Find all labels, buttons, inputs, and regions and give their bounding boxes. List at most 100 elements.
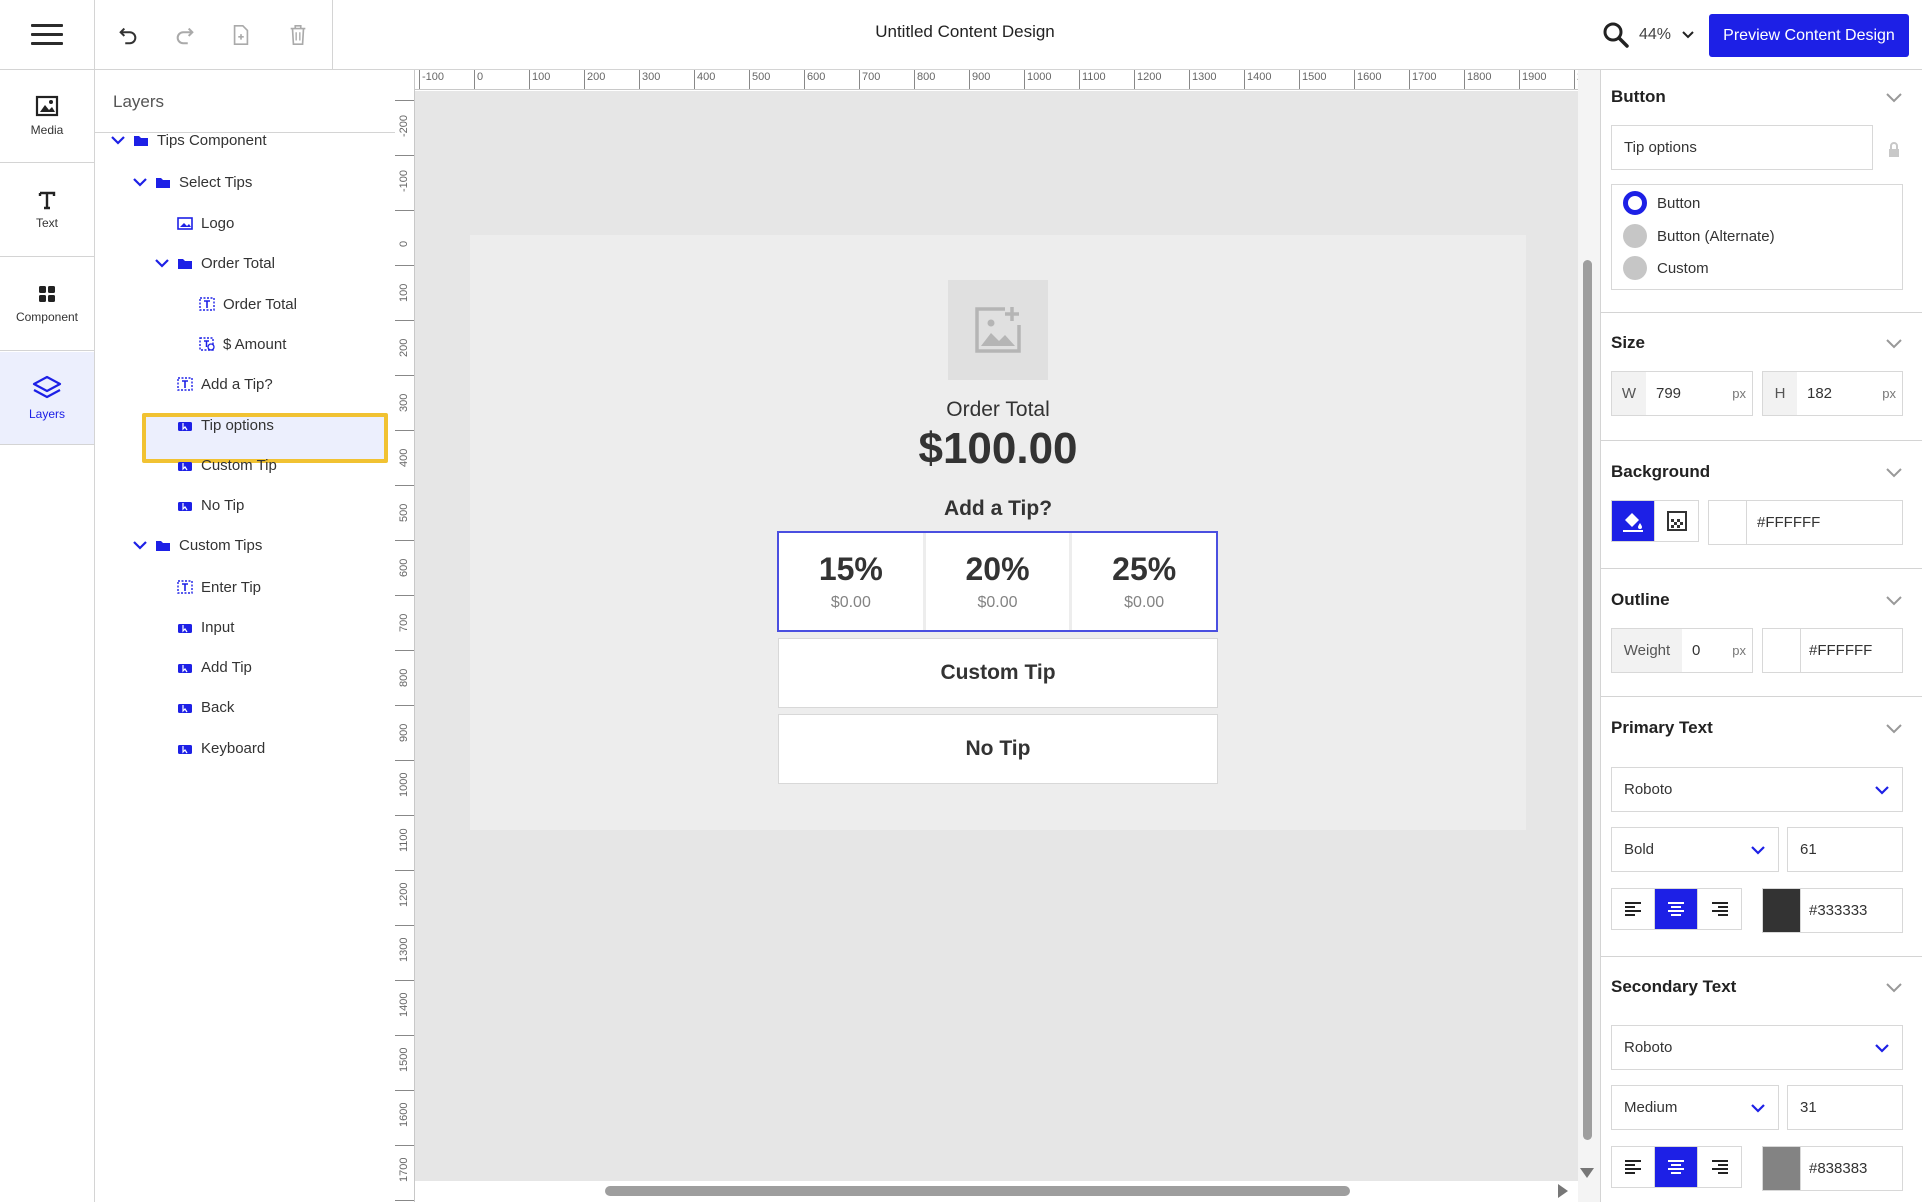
duplicate-button[interactable]	[226, 20, 256, 50]
style-option-custom[interactable]: Custom	[1623, 256, 1709, 280]
tip-option-20[interactable]: 20% $0.00	[925, 533, 1070, 630]
fill-type-toggle[interactable]	[1611, 500, 1699, 542]
radio-selected[interactable]	[1623, 191, 1647, 215]
tip-amount: $0.00	[1124, 594, 1165, 611]
ruler-tick-label: 400	[694, 70, 715, 89]
menu-button[interactable]	[0, 0, 95, 70]
preview-button[interactable]: Preview Content Design	[1709, 14, 1909, 57]
add-tip-heading[interactable]: Add a Tip?	[870, 497, 1126, 521]
layer-item[interactable]: Order Total	[199, 289, 297, 319]
align-center-button[interactable]	[1655, 1147, 1698, 1187]
document-title[interactable]: Untitled Content Design	[780, 22, 1150, 42]
radio[interactable]	[1623, 224, 1647, 248]
layer-item[interactable]: $ Amount	[199, 329, 286, 359]
unit-label: px	[1732, 386, 1746, 401]
layer-item[interactable]: Order Total	[155, 248, 275, 278]
transparency-button[interactable]	[1655, 501, 1698, 541]
layer-item[interactable]: Custom Tips	[133, 530, 262, 560]
height-value: 182	[1807, 385, 1833, 402]
align-center-button[interactable]	[1655, 889, 1698, 929]
vertical-scrollbar[interactable]	[1583, 260, 1592, 1140]
radio[interactable]	[1623, 256, 1647, 280]
height-input[interactable]: H 182 px	[1762, 371, 1903, 416]
chevron-down-icon[interactable]	[155, 256, 169, 270]
secondary-color-input[interactable]: #838383	[1762, 1146, 1903, 1191]
horizontal-scrollbar[interactable]	[605, 1186, 1350, 1196]
background-color-input[interactable]: #FFFFFF	[1708, 500, 1903, 545]
tip-option-15[interactable]: 15% $0.00	[779, 533, 923, 630]
layer-item[interactable]: Tips Component	[111, 125, 267, 155]
chevron-down-icon[interactable]	[1885, 723, 1903, 735]
layer-item[interactable]: Add Tip	[177, 652, 252, 682]
primary-align-toggle[interactable]	[1611, 888, 1742, 930]
secondary-weight-select[interactable]: Medium	[1611, 1085, 1779, 1130]
tip-options-group[interactable]: 15% $0.00 20% $0.00 25% $0.00	[777, 531, 1218, 632]
outline-color-input[interactable]: #FFFFFF	[1762, 628, 1903, 673]
no-tip-button[interactable]: No Tip	[778, 714, 1218, 784]
layer-item[interactable]: Tip options	[177, 410, 274, 440]
order-amount[interactable]: $100.00	[870, 424, 1126, 474]
logo-placeholder[interactable]	[948, 280, 1048, 380]
layer-item[interactable]: Keyboard	[177, 733, 265, 763]
rail-item-layers[interactable]: Layers	[0, 352, 94, 445]
outline-weight-input[interactable]: Weight 0 px	[1611, 628, 1753, 673]
secondary-font-select[interactable]: Roboto	[1611, 1025, 1903, 1070]
color-swatch[interactable]	[1763, 889, 1801, 932]
redo-button[interactable]	[170, 20, 200, 50]
align-left-button[interactable]	[1612, 889, 1655, 929]
chevron-down-icon[interactable]	[133, 175, 147, 189]
secondary-align-toggle[interactable]	[1611, 1146, 1742, 1188]
primary-color-input[interactable]: #333333	[1762, 888, 1903, 933]
chevron-down-icon[interactable]	[1885, 982, 1903, 994]
delete-button[interactable]	[283, 20, 313, 50]
chevron-down-icon[interactable]	[1885, 338, 1903, 350]
text-layer-icon	[177, 580, 193, 594]
button-layer-icon	[177, 458, 193, 472]
layer-item[interactable]: Add a Tip?	[177, 369, 273, 399]
chevron-down-icon[interactable]	[1885, 595, 1903, 607]
layer-name-input[interactable]: Tip options	[1611, 125, 1873, 170]
rail-item-component[interactable]: Component	[0, 258, 94, 351]
chevron-down-icon[interactable]	[1885, 92, 1903, 104]
layer-item[interactable]: No Tip	[177, 490, 244, 520]
layer-item[interactable]: Enter Tip	[177, 572, 261, 602]
style-option-button-alternate[interactable]: Button (Alternate)	[1623, 224, 1775, 248]
scroll-down-arrow-icon[interactable]	[1580, 1168, 1594, 1178]
toolbar-divider	[332, 0, 333, 70]
secondary-size-input[interactable]: 31	[1787, 1085, 1903, 1130]
lock-icon[interactable]	[1887, 142, 1901, 158]
chevron-down-icon[interactable]	[133, 538, 147, 552]
ruler-tick-label: 1600	[1354, 70, 1381, 89]
tip-percent: 25%	[1112, 551, 1177, 587]
scroll-right-arrow-icon[interactable]	[1558, 1184, 1568, 1198]
order-total-label[interactable]: Order Total	[870, 398, 1126, 422]
layer-item[interactable]: Logo	[177, 208, 234, 238]
color-swatch[interactable]	[1763, 629, 1801, 672]
layer-item[interactable]: Custom Tip	[177, 450, 277, 480]
layer-item[interactable]: Back	[177, 692, 234, 722]
chevron-down-icon[interactable]	[111, 133, 125, 147]
layer-item[interactable]: Select Tips	[133, 167, 252, 197]
align-left-icon	[1625, 902, 1641, 916]
style-option-button[interactable]: Button	[1623, 191, 1700, 215]
align-right-button[interactable]	[1698, 889, 1741, 929]
zoom-control[interactable]: 44%	[1603, 18, 1695, 52]
undo-button[interactable]	[113, 20, 143, 50]
rail-item-text[interactable]: Text	[0, 164, 94, 257]
primary-size-input[interactable]: 61	[1787, 827, 1903, 872]
color-swatch[interactable]	[1709, 501, 1747, 544]
width-input[interactable]: W 799 px	[1611, 371, 1753, 416]
paint-bucket-button[interactable]	[1612, 501, 1655, 541]
primary-font-select[interactable]: Roboto	[1611, 767, 1903, 812]
color-swatch[interactable]	[1763, 1147, 1801, 1190]
ruler-tick: 900	[395, 705, 414, 742]
rail-item-media[interactable]: Media	[0, 70, 94, 163]
layer-item[interactable]: Input	[177, 612, 234, 642]
chevron-down-icon[interactable]	[1885, 467, 1903, 479]
custom-tip-button[interactable]: Custom Tip	[778, 638, 1218, 708]
align-right-button[interactable]	[1698, 1147, 1741, 1187]
tip-amount: $0.00	[830, 594, 871, 611]
tip-option-25[interactable]: 25% $0.00	[1072, 533, 1217, 630]
align-left-button[interactable]	[1612, 1147, 1655, 1187]
primary-weight-select[interactable]: Bold	[1611, 827, 1779, 872]
